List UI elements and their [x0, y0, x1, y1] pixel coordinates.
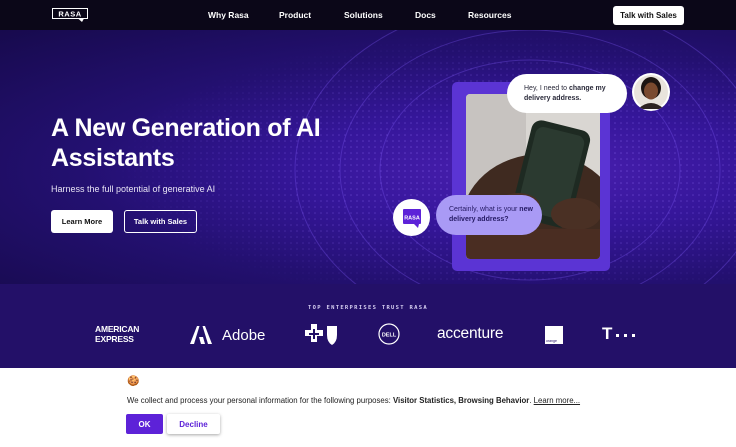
top-navbar: RASA Why Rasa Product Solutions Docs Res… [0, 0, 736, 30]
user-chat-bubble: Hey, I need to change my delivery addres… [507, 74, 627, 113]
learn-more-button[interactable]: Learn More [51, 210, 113, 233]
hero-section: A New Generation of AI Assistants Harnes… [0, 30, 736, 284]
accenture-text: accenture [437, 325, 504, 342]
logo-bluecross-blueshield [305, 324, 339, 351]
talk-with-sales-nav-button[interactable]: Talk with Sales [613, 6, 684, 25]
badge-text: RASA [404, 215, 420, 221]
orange-text: orange [546, 339, 557, 343]
telekom-text: T [602, 324, 613, 343]
nav-link-product[interactable]: Product [279, 10, 311, 20]
bot-chat-text: Certainly, what is your [449, 206, 520, 213]
cookie-purposes: Visitor Statistics, Browsing Behavior [392, 396, 530, 405]
nav-link-docs[interactable]: Docs [415, 10, 436, 20]
logo-american-express: AMERICAN EXPRESS [95, 324, 153, 344]
bot-chat-bubble: Certainly, what is your new delivery add… [436, 195, 542, 235]
dell-icon: DELL [378, 323, 400, 345]
logo-telekom: T [602, 325, 636, 343]
rasa-bot-badge: RASA [393, 199, 430, 236]
hero-subtitle: Harness the full potential of generative… [51, 184, 216, 194]
nav-link-solutions[interactable]: Solutions [344, 10, 383, 20]
adobe-icon [190, 326, 212, 344]
logo-orange: orange [545, 326, 563, 344]
user-avatar [632, 73, 670, 111]
adobe-text: Adobe [222, 326, 266, 344]
nav-link-why-rasa[interactable]: Why Rasa [208, 10, 249, 20]
logo-adobe: Adobe [190, 326, 265, 344]
cookie-text-plain: We collect and process your personal inf… [127, 396, 393, 405]
user-chat-text: Hey, I need to [524, 85, 570, 92]
cookie-message: We collect and process your personal inf… [127, 396, 580, 405]
bluecross-blueshield-icon [305, 324, 337, 345]
hero-title: A New Generation of AI Assistants [51, 114, 321, 172]
dell-text: DELL [382, 332, 397, 338]
rasa-bot-icon: RASA [402, 208, 421, 228]
cookie-icon: 🍪 [127, 376, 140, 387]
logo-dell: DELL [378, 323, 400, 350]
trust-label: TOP ENTERPRISES TRUST RASA [308, 305, 428, 311]
logo-accenture: accenture [437, 325, 503, 343]
avatar-icon [634, 75, 668, 109]
american-express-text: AMERICAN EXPRESS [95, 324, 140, 344]
learn-more-link[interactable]: Learn more... [534, 396, 580, 405]
cookie-decline-button[interactable]: Decline [167, 414, 220, 434]
trusted-by-section: TOP ENTERPRISES TRUST RASA AMERICAN EXPR… [0, 284, 736, 368]
nav-link-resources[interactable]: Resources [468, 10, 511, 20]
cookie-consent-banner: 🍪 We collect and process your personal i… [0, 368, 736, 447]
cookie-ok-button[interactable]: OK [126, 414, 163, 434]
telekom-dots-icon [616, 334, 636, 337]
talk-with-sales-hero-button[interactable]: Talk with Sales [124, 210, 197, 233]
